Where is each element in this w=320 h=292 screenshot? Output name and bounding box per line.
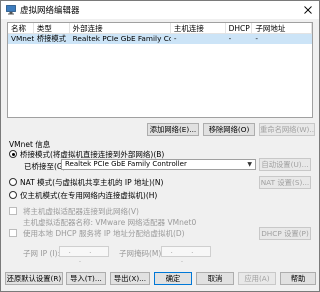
subnet-ip-label: 子网 IP (I): — [23, 249, 61, 258]
close-icon[interactable] — [301, 3, 315, 17]
network-table: 名称 类型 外部连接 主机连接 DHCP 子网地址 VMnet0 桥接模式 Re… — [7, 22, 313, 118]
table-header: 名称 类型 外部连接 主机连接 DHCP 子网地址 — [8, 23, 313, 34]
cell-dhcp: - — [228, 34, 232, 43]
column-header-type[interactable]: 类型 — [34, 23, 70, 33]
auto-settings-button[interactable]: 自动设置(U)... — [259, 158, 311, 171]
column-header-dhcp[interactable]: DHCP — [226, 23, 253, 33]
table-row[interactable]: VMnet0 桥接模式 Realtek PCIe GbE Family Cont… — [8, 34, 312, 44]
column-header-subnet[interactable]: 子网地址 — [252, 23, 313, 33]
apply-button[interactable]: 应用(A) — [238, 272, 276, 285]
import-button[interactable]: 导入(T)... — [66, 272, 106, 285]
cell-subnet: - — [255, 34, 259, 43]
nat-mode-label[interactable]: NAT 模式(与虚拟机共享主机的 IP 地址)(N) — [20, 177, 163, 188]
virtual-network-editor-dialog: 虚拟网络编辑器 名称 类型 外部连接 主机连接 DHCP 子网地址 VMnet0… — [0, 0, 320, 292]
bridge-mode-radio[interactable] — [9, 150, 17, 158]
remove-network-button[interactable]: 移除网络(O) — [203, 123, 255, 136]
network-app-icon — [6, 5, 16, 15]
connect-adapter-label[interactable]: 将主机虚拟适配器连接到此网络(V) — [23, 206, 139, 217]
host-only-radio[interactable] — [9, 191, 17, 199]
ok-button[interactable]: 确定 — [154, 272, 192, 285]
cell-host: - — [173, 34, 177, 43]
use-dhcp-checkbox[interactable] — [9, 229, 17, 237]
bridged-to-select[interactable]: Realtek PCIe GbE Family Controller ▼ — [61, 159, 256, 170]
host-only-label[interactable]: 仅主机模式(在专用网络内连接虚拟机)(H) — [20, 190, 157, 201]
title-bar: 虚拟网络编辑器 — [1, 1, 319, 19]
use-dhcp-label[interactable]: 使用本地 DHCP 服务将 IP 地址分配给虚拟机(D) — [23, 228, 185, 239]
dhcp-settings-button[interactable]: DHCP 设置(P) — [259, 227, 311, 240]
column-header-external[interactable]: 外部连接 — [70, 23, 171, 33]
rename-network-button[interactable]: 重命名网络(W)... — [259, 123, 315, 136]
column-header-name[interactable]: 名称 — [8, 23, 34, 33]
restore-defaults-button[interactable]: 还原默认设置(R) — [5, 272, 63, 285]
connect-adapter-checkbox[interactable] — [9, 207, 17, 215]
cell-type: 桥接模式 — [36, 34, 67, 43]
cell-external: Realtek PCIe GbE Family Contr... — [72, 34, 171, 43]
nat-settings-button[interactable]: NAT 设置(S)... — [259, 176, 311, 189]
subnet-mask-label: 子网掩码(M): — [119, 249, 164, 258]
add-network-button[interactable]: 添加网络(E)... — [147, 123, 199, 136]
adapter-name-label: 主机虚拟适配器名称: VMware 网络适配器 VMnet0 — [23, 218, 197, 227]
export-button[interactable]: 导出(X)... — [110, 272, 150, 285]
bridged-to-value: Realtek PCIe GbE Family Controller — [65, 160, 187, 168]
help-button[interactable]: 帮助 — [280, 272, 316, 285]
column-header-host[interactable]: 主机连接 — [171, 23, 226, 33]
chevron-down-icon: ▼ — [247, 161, 252, 168]
cancel-button[interactable]: 取消 — [196, 272, 234, 285]
nat-mode-radio[interactable] — [9, 178, 17, 186]
window-title: 虚拟网络编辑器 — [20, 6, 80, 16]
cell-name: VMnet0 — [11, 34, 34, 43]
subnet-mask-input[interactable]: . . . — [161, 246, 211, 264]
subnet-ip-input[interactable]: . . . — [59, 246, 109, 264]
